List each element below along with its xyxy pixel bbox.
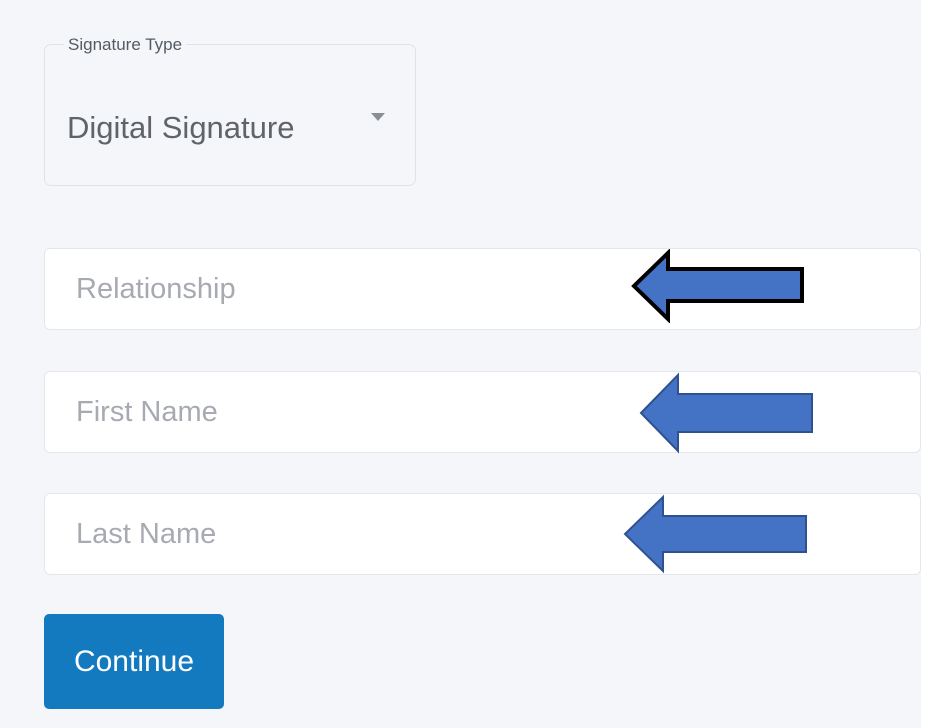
signature-type-select[interactable]: Signature Type Digital Signature — [44, 35, 416, 186]
left-arrow-icon — [623, 494, 807, 574]
left-arrow-icon — [631, 249, 804, 323]
signature-form: Signature Type Digital Signature Continu… — [0, 0, 921, 728]
signature-type-value: Digital Signature — [67, 110, 295, 145]
left-arrow-icon — [639, 372, 813, 454]
signature-type-label: Signature Type — [64, 35, 187, 55]
caret-down-icon — [371, 113, 385, 121]
continue-button[interactable]: Continue — [44, 614, 224, 709]
